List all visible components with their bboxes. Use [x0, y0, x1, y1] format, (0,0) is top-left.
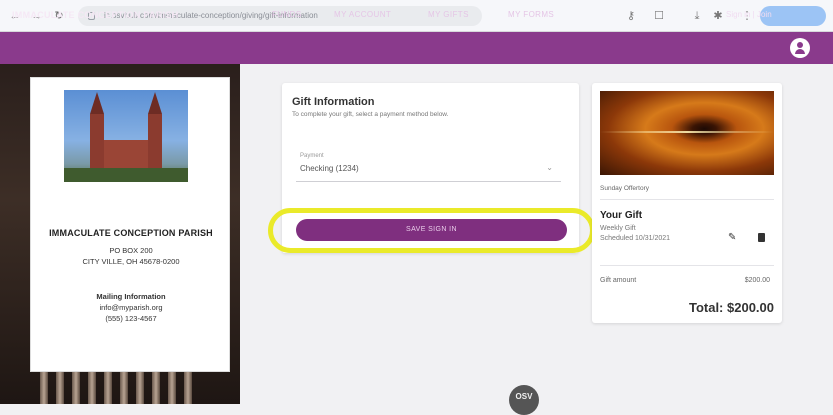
submit-gift-button[interactable]: SAVE SIGN IN — [296, 219, 567, 241]
parish-phone[interactable]: (555) 123-4567 — [31, 314, 231, 323]
gift-info-subheading: To complete your gift, select a payment … — [292, 111, 449, 118]
nav-my-account[interactable]: MY ACCOUNT — [334, 10, 391, 19]
gift-amount-value: $200.00 — [744, 277, 770, 284]
summary-divider — [600, 199, 774, 200]
trash-icon[interactable] — [758, 233, 765, 242]
fund-name: Sunday Offertory — [600, 185, 650, 192]
site-header — [0, 32, 833, 64]
user-avatar-icon[interactable] — [790, 38, 810, 58]
parish-address-line1: PO BOX 200 — [109, 246, 153, 255]
parish-card-name: IMMACULATE CONCEPTION PARISH — [49, 228, 213, 238]
fund-image — [600, 91, 774, 175]
parish-email[interactable]: info@myparish.org — [31, 303, 231, 312]
nav-my-forms[interactable]: MY FORMS — [508, 10, 554, 19]
gift-total: Total: $200.00 — [688, 300, 774, 315]
gift-amount-label: Gift amount — [600, 277, 637, 284]
header-parish-name[interactable]: IMMACULATE CONCEPTION PARISH — [12, 10, 179, 20]
nav-my-gifts[interactable]: MY GIFTS — [428, 10, 469, 19]
nav-funds[interactable]: FUNDS — [272, 10, 302, 19]
summary-divider — [600, 265, 774, 266]
gift-schedule: Scheduled 10/31/2021 — [600, 235, 671, 242]
osv-logo-badge[interactable]: OSV — [509, 385, 539, 415]
payment-value: Checking (1234) — [300, 164, 359, 173]
your-gift-heading: Your Gift — [600, 210, 643, 221]
church-photo — [64, 90, 188, 182]
key-icon[interactable]: ⚷ — [624, 9, 638, 23]
parish-address-line2: CITY VILLE, OH 45678-0200 — [82, 257, 180, 266]
extensions-icon[interactable]: ✱ — [711, 9, 725, 23]
sign-in-link[interactable]: Sign in | Join — [726, 10, 772, 19]
chevron-down-icon: ⌄ — [546, 163, 553, 172]
payment-method-select[interactable]: Payment Checking (1234) ⌄ — [296, 146, 561, 182]
payment-label: Payment — [300, 153, 324, 159]
gift-frequency: Weekly Gift — [600, 225, 636, 232]
mailing-info-heading: Mailing Information — [96, 292, 166, 301]
edit-pencil-icon[interactable]: ✎ — [728, 232, 736, 243]
gift-summary-card: Sunday Offertory Your Gift Weekly Gift S… — [592, 83, 782, 323]
read-mode-icon[interactable]: ☐ — [652, 9, 666, 23]
parish-info-card: IMMACULATE CONCEPTION PARISH PO BOX 200 … — [30, 77, 230, 372]
gift-info-heading: Gift Information — [292, 96, 375, 108]
download-icon[interactable]: ⤓ — [690, 9, 704, 23]
